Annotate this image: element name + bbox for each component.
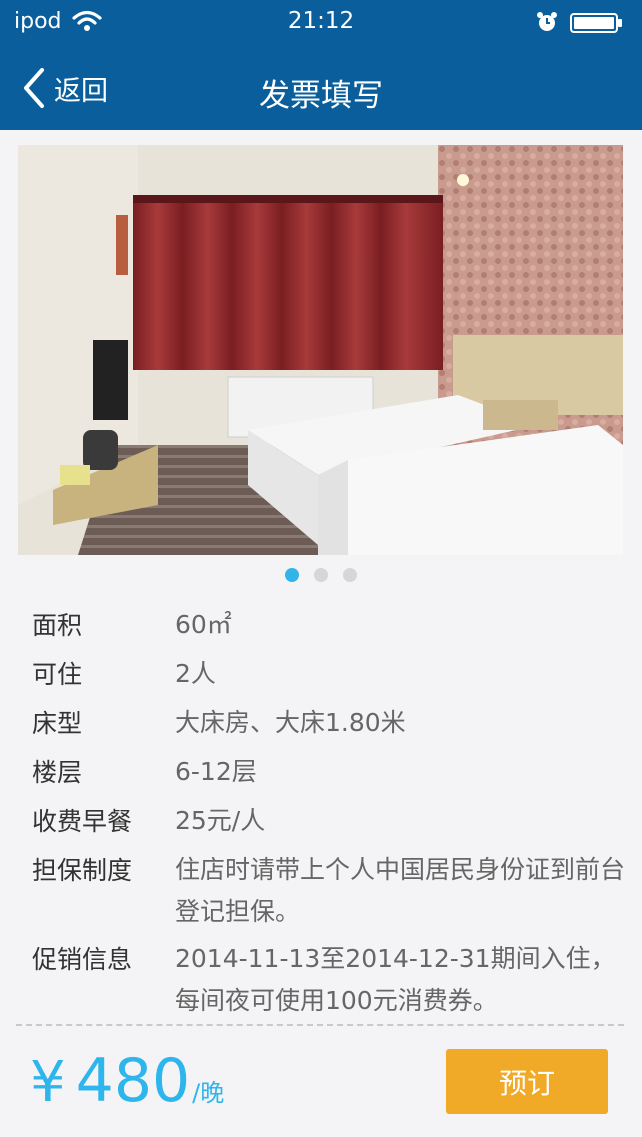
detail-value: 2人 [175, 659, 216, 688]
nav-bar: 返回 发票填写 [0, 44, 642, 130]
detail-value: 2014-11-13至2014-12-31期间入住，每间夜可使用100元消费券。 [175, 944, 616, 1015]
detail-label: 楼层 [32, 758, 83, 787]
price-unit: /晚 [192, 1079, 225, 1107]
detail-label: 可住 [32, 660, 83, 689]
detail-row-capacity: 可住 2人 [32, 653, 632, 697]
gallery-pager [0, 568, 642, 582]
detail-value: 6-12层 [175, 757, 257, 786]
price-display: ¥ 480 /晚 [30, 1046, 224, 1116]
currency-symbol: ¥ [30, 1050, 66, 1115]
detail-row-breakfast: 收费早餐 25元/人 [32, 800, 632, 844]
battery-icon [570, 13, 622, 33]
detail-label: 收费早餐 [32, 807, 133, 836]
room-photo[interactable] [18, 145, 623, 555]
detail-value: 60㎡ [175, 610, 232, 639]
detail-label: 担保制度 [32, 856, 133, 885]
detail-value: 大床房、大床1.80米 [175, 708, 406, 737]
detail-row-floor: 楼层 6-12层 [32, 751, 632, 795]
detail-label: 面积 [32, 611, 83, 640]
detail-row-guarantee: 担保制度 住店时请带上个人中国居民身份证到前台登记担保。 [32, 849, 632, 933]
detail-label: 床型 [32, 709, 83, 738]
room-image [18, 145, 623, 555]
pager-dot[interactable] [285, 568, 299, 582]
detail-row-bed-type: 床型 大床房、大床1.80米 [32, 702, 632, 746]
page-title: 发票填写 [259, 78, 383, 114]
detail-value: 25元/人 [175, 806, 266, 835]
pager-dot[interactable] [314, 568, 328, 582]
detail-label: 促销信息 [32, 945, 133, 974]
dashed-divider [16, 1024, 624, 1026]
alarm-icon [537, 12, 557, 31]
price-amount: 480 [75, 1046, 191, 1116]
pager-dot[interactable] [343, 568, 357, 582]
detail-value: 住店时请带上个人中国居民身份证到前台登记担保。 [175, 855, 626, 926]
detail-row-area: 面积 60㎡ [32, 604, 632, 648]
status-bar: ipod 21:12 [0, 0, 642, 44]
book-button[interactable]: 预订 [446, 1049, 608, 1114]
room-details: 面积 60㎡ 可住 2人 床型 大床房、大床1.80米 楼层 6-12层 收费早… [32, 604, 632, 1027]
detail-row-promotion: 促销信息 2014-11-13至2014-12-31期间入住，每间夜可使用100… [32, 938, 632, 1022]
